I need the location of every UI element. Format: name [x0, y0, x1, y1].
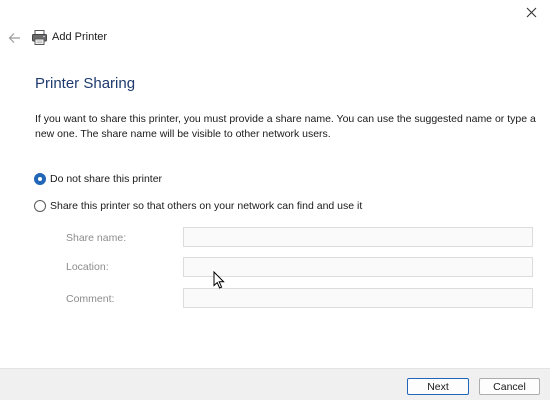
close-icon — [526, 7, 536, 17]
back-arrow-icon — [8, 33, 20, 43]
location-field[interactable] — [183, 257, 533, 277]
radio-button-unchecked[interactable] — [34, 200, 46, 212]
title-bar: Add Printer — [0, 26, 550, 50]
radio-share-printer[interactable]: Share this printer so that others on you… — [34, 200, 362, 212]
page-heading: Printer Sharing — [35, 75, 136, 92]
next-button[interactable]: Next — [407, 378, 469, 395]
share-name-field[interactable] — [183, 227, 533, 247]
back-button[interactable] — [4, 28, 24, 48]
radio-do-not-share-label: Do not share this printer — [50, 173, 163, 185]
comment-label: Comment: — [66, 293, 115, 305]
radio-button-checked[interactable] — [34, 173, 46, 185]
add-printer-dialog: Add Printer Printer Sharing If you want … — [0, 0, 550, 400]
mouse-pointer-icon — [213, 271, 225, 289]
page-description: If you want to share this printer, you m… — [35, 113, 536, 140]
cancel-button[interactable]: Cancel — [479, 378, 540, 395]
radio-do-not-share[interactable]: Do not share this printer — [34, 173, 162, 185]
radio-share-printer-label: Share this printer so that others on you… — [50, 200, 363, 212]
close-button[interactable] — [516, 0, 546, 24]
dialog-footer: Next Cancel — [0, 368, 550, 400]
share-name-label: Share name: — [66, 232, 127, 244]
window-title: Add Printer — [52, 31, 108, 43]
printer-icon — [32, 30, 47, 45]
location-label: Location: — [66, 261, 109, 273]
comment-field[interactable] — [183, 288, 533, 308]
